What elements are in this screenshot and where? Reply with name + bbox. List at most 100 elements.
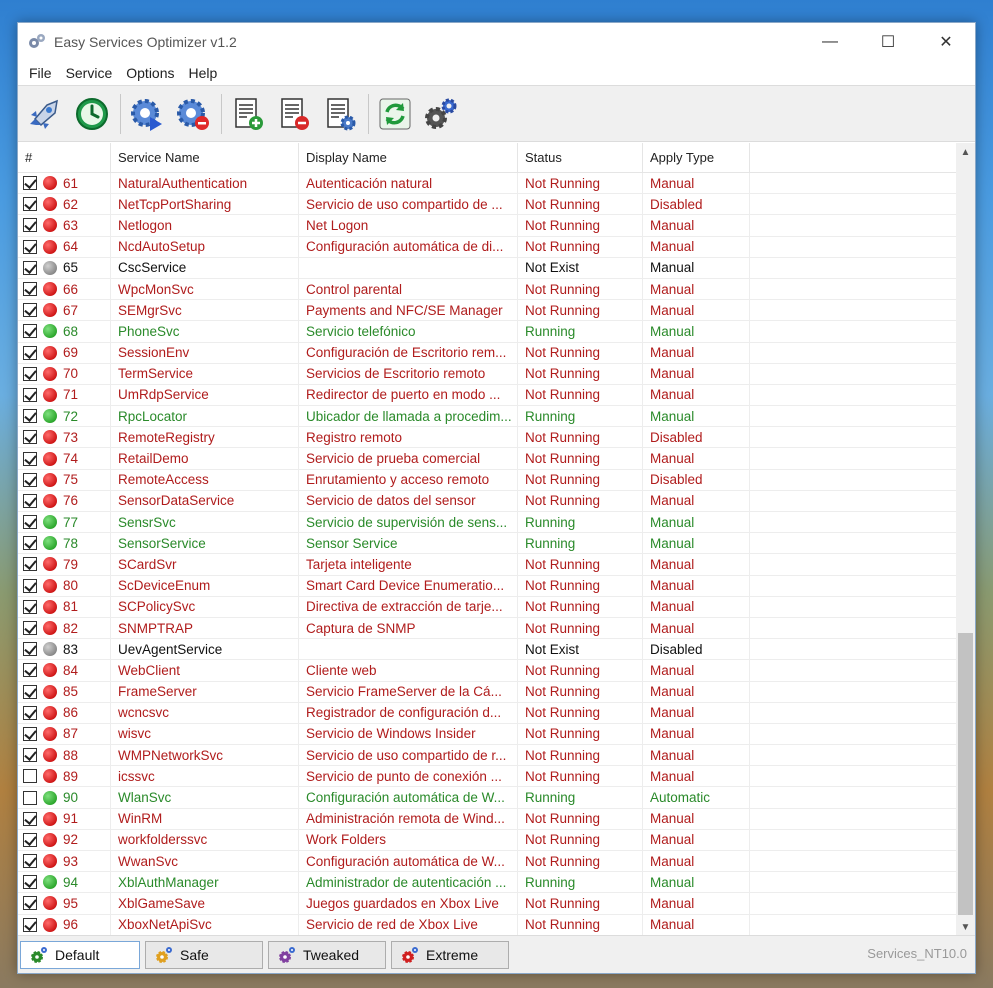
apply-type-cell[interactable]: Manual: [643, 257, 750, 279]
table-row[interactable]: 74 RetailDemo Servicio de prueba comerci…: [18, 448, 956, 470]
table-row[interactable]: 71 UmRdpService Redirector de puerto en …: [18, 384, 956, 407]
row-checkbox[interactable]: [23, 684, 37, 699]
row-checkbox[interactable]: [23, 811, 37, 826]
table-row[interactable]: 94 XblAuthManager Administrador de auten…: [18, 871, 956, 894]
row-checkbox[interactable]: [23, 726, 37, 741]
apply-type-cell[interactable]: Automatic: [643, 787, 750, 809]
stop-service-button[interactable]: [171, 92, 215, 136]
preset-safe-button[interactable]: Safe: [145, 940, 263, 969]
row-checkbox[interactable]: [23, 303, 37, 318]
apply-type-cell[interactable]: Manual: [643, 320, 750, 342]
row-checkbox[interactable]: [23, 599, 37, 614]
header-number[interactable]: #: [18, 142, 111, 173]
apply-type-cell[interactable]: Manual: [643, 871, 750, 893]
apply-type-cell[interactable]: Manual: [643, 172, 750, 194]
table-row[interactable]: 70 TermService Servicios de Escritorio r…: [18, 363, 956, 385]
table-row[interactable]: 89 icssvc Servicio de punto de conexión …: [18, 765, 956, 788]
apply-type-cell[interactable]: Manual: [643, 808, 750, 830]
row-checkbox[interactable]: [23, 345, 37, 360]
table-row[interactable]: 92 workfolderssvc Work Folders Not Runni…: [18, 829, 956, 851]
table-row[interactable]: 77 SensrSvc Servicio de supervisión de s…: [18, 511, 956, 534]
row-checkbox[interactable]: [23, 218, 37, 233]
maximize-button[interactable]: ☐: [859, 23, 917, 61]
row-checkbox[interactable]: [23, 387, 37, 402]
vertical-scrollbar[interactable]: ▲ ▼: [956, 143, 975, 937]
apply-type-cell[interactable]: Manual: [643, 532, 750, 554]
row-checkbox[interactable]: [23, 324, 37, 339]
table-row[interactable]: 66 WpcMonSvc Control parental Not Runnin…: [18, 278, 956, 301]
apply-type-cell[interactable]: Manual: [643, 829, 750, 851]
refresh-button[interactable]: [373, 92, 417, 136]
table-row[interactable]: 87 wisvc Servicio de Windows Insider Not…: [18, 723, 956, 746]
row-checkbox[interactable]: [23, 239, 37, 254]
preset-extreme-button[interactable]: Extreme: [391, 940, 509, 969]
apply-type-cell[interactable]: Manual: [643, 490, 750, 512]
row-checkbox[interactable]: [23, 578, 37, 593]
table-row[interactable]: 72 RpcLocator Ubicador de llamada a proc…: [18, 405, 956, 428]
table-row[interactable]: 80 ScDeviceEnum Smart Card Device Enumer…: [18, 575, 956, 597]
close-button[interactable]: ✕: [917, 23, 975, 61]
row-checkbox[interactable]: [23, 430, 37, 445]
apply-type-cell[interactable]: Manual: [643, 448, 750, 470]
table-row[interactable]: 86 wcncsvc Registrador de configuración …: [18, 702, 956, 724]
scroll-up-icon[interactable]: ▲: [956, 143, 975, 162]
table-row[interactable]: 78 SensorService Sensor Service Running …: [18, 532, 956, 555]
table-row[interactable]: 83 UevAgentService Not Exist Disabled: [18, 638, 956, 661]
table-row[interactable]: 81 SCPolicySvc Directiva de extracción d…: [18, 596, 956, 618]
apply-type-cell[interactable]: Manual: [643, 617, 750, 639]
header-apply-type[interactable]: Apply Type: [643, 142, 750, 173]
row-checkbox[interactable]: [23, 854, 37, 869]
apply-type-cell[interactable]: Manual: [643, 892, 750, 914]
apply-type-cell[interactable]: Manual: [643, 405, 750, 427]
table-row[interactable]: 82 SNMPTRAP Captura de SNMP Not Running …: [18, 617, 956, 640]
apply-type-cell[interactable]: Disabled: [643, 426, 750, 448]
table-row[interactable]: 68 PhoneSvc Servicio telefónico Running …: [18, 320, 956, 343]
apply-type-cell[interactable]: Manual: [643, 723, 750, 745]
row-checkbox[interactable]: [23, 917, 37, 932]
row-checkbox[interactable]: [23, 663, 37, 678]
row-checkbox[interactable]: [23, 282, 37, 297]
apply-type-cell[interactable]: Manual: [643, 278, 750, 300]
table-row[interactable]: 90 WlanSvc Configuración automática de W…: [18, 787, 956, 809]
edit-list-button[interactable]: [318, 92, 362, 136]
apply-type-cell[interactable]: Manual: [643, 850, 750, 872]
apply-type-cell[interactable]: Manual: [643, 914, 750, 936]
row-checkbox[interactable]: [23, 642, 37, 657]
row-checkbox[interactable]: [23, 748, 37, 763]
table-row[interactable]: 63 Netlogon Net Logon Not Running Manual: [18, 214, 956, 237]
table-row[interactable]: 84 WebClient Cliente web Not Running Man…: [18, 659, 956, 682]
row-checkbox[interactable]: [23, 705, 37, 720]
apply-type-cell[interactable]: Manual: [643, 363, 750, 385]
row-checkbox[interactable]: [23, 260, 37, 275]
apply-type-cell[interactable]: Disabled: [643, 469, 750, 491]
table-row[interactable]: 69 SessionEnv Configuración de Escritori…: [18, 342, 956, 364]
table-row[interactable]: 75 RemoteAccess Enrutamiento y acceso re…: [18, 469, 956, 491]
minimize-button[interactable]: —: [801, 23, 859, 61]
header-service-name[interactable]: Service Name: [111, 142, 299, 173]
apply-type-cell[interactable]: Manual: [643, 214, 750, 236]
apply-type-cell[interactable]: Manual: [643, 744, 750, 766]
table-row[interactable]: 65 CscService Not Exist Manual: [18, 257, 956, 279]
apply-type-cell[interactable]: Manual: [643, 596, 750, 618]
row-checkbox[interactable]: [23, 451, 37, 466]
apply-type-cell[interactable]: Manual: [643, 236, 750, 258]
table-row[interactable]: 79 SCardSvr Tarjeta inteligente Not Runn…: [18, 553, 956, 576]
row-checkbox[interactable]: [23, 536, 37, 551]
remove-list-button[interactable]: [272, 92, 316, 136]
table-row[interactable]: 76 SensorDataService Servicio de datos d…: [18, 490, 956, 512]
header-status[interactable]: Status: [518, 142, 643, 173]
menu-options[interactable]: Options: [119, 65, 181, 81]
table-row[interactable]: 85 FrameServer Servicio FrameServer de l…: [18, 681, 956, 703]
row-checkbox[interactable]: [23, 557, 37, 572]
row-checkbox[interactable]: [23, 790, 37, 805]
scroll-thumb[interactable]: [958, 633, 973, 915]
row-checkbox[interactable]: [23, 176, 37, 191]
row-checkbox[interactable]: [23, 493, 37, 508]
table-row[interactable]: 91 WinRM Administración remota de Wind..…: [18, 808, 956, 830]
table-row[interactable]: 96 XboxNetApiSvc Servicio de red de Xbox…: [18, 914, 956, 936]
table-row[interactable]: 93 WwanSvc Configuración automática de W…: [18, 850, 956, 873]
menu-help[interactable]: Help: [182, 65, 225, 81]
apply-type-cell[interactable]: Manual: [643, 765, 750, 787]
start-service-button[interactable]: [125, 92, 169, 136]
apply-type-cell[interactable]: Manual: [643, 681, 750, 703]
